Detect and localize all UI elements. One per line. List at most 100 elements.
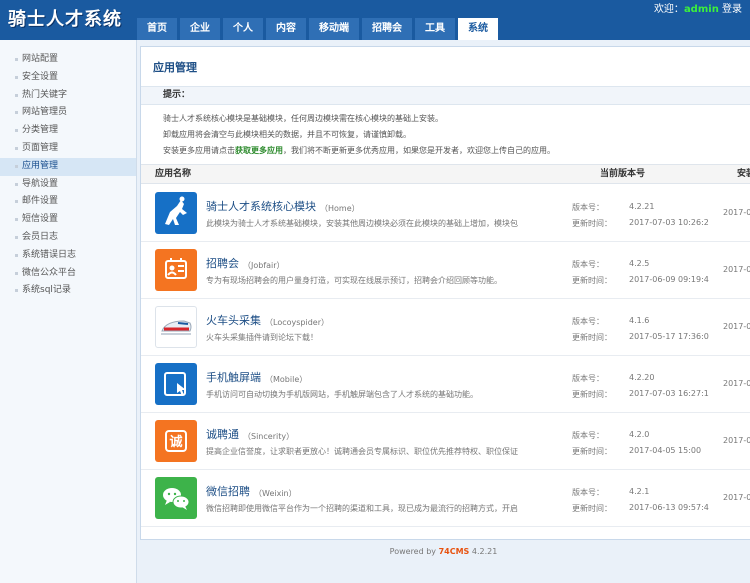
nav-tab-content[interactable]: 内容 <box>266 18 306 40</box>
app-name-text: 诚聘通 <box>206 428 239 441</box>
nav-tab-tools[interactable]: 工具 <box>415 18 455 40</box>
app-name[interactable]: 微信招聘 （Weixin） <box>206 483 297 499</box>
sidebar-item-member-log[interactable]: 会员日志 <box>0 229 136 247</box>
update-value: 2017-05-17 17:36:0 <box>629 332 709 341</box>
app-description: 火车头采集插件请到论坛下载！ <box>206 333 318 342</box>
update-label: 更新时间： <box>572 390 612 399</box>
sidebar-item-site-config[interactable]: 网站配置 <box>0 51 136 69</box>
update-label: 更新时间： <box>572 447 612 456</box>
tip-line-3-pre: 安装更多应用请点击 <box>163 146 235 155</box>
tip-line-1: 骑士人才系统核心模块是基础模块，任何周边模块需在核心模块的基础上安装。 <box>163 114 443 123</box>
version-label: 版本号： <box>572 374 604 383</box>
nav-tab-mobile[interactable]: 移动端 <box>309 18 359 40</box>
install-value: 2017-0 <box>723 322 750 331</box>
app-code: （Sincerity） <box>243 432 295 441</box>
sidebar-item-hot-keywords[interactable]: 热门关键字 <box>0 87 136 105</box>
install-value: 2017-0 <box>723 379 750 388</box>
main-nav: 首页 企业 个人 内容 移动端 招聘会 工具 系统 <box>137 18 501 40</box>
app-name[interactable]: 骑士人才系统核心模块 （Home） <box>206 198 360 214</box>
update-value: 2017-06-13 09:57:4 <box>629 503 709 512</box>
app-code: （Home） <box>320 204 360 213</box>
tip-line-3: 安装更多应用请点击获取更多应用，我们将不断更新更多优秀应用，如果您是开发者，欢迎… <box>163 145 555 156</box>
sidebar-item-navigation[interactable]: 导航设置 <box>0 176 136 194</box>
sidebar-item-wechat[interactable]: 微信公众平台 <box>0 265 136 283</box>
tip-line-3-post: ，我们将不断更新更多优秀应用，如果您是开发者，欢迎您上传自己的应用。 <box>283 146 555 155</box>
knight-icon <box>155 192 197 234</box>
update-value: 2017-06-09 09:19:4 <box>629 275 709 284</box>
sidebar-item-apps[interactable]: 应用管理 <box>0 157 136 176</box>
table-row: 手机触屏端 （Mobile） 手机访问可自动切换为手机版网站，手机触屏端包含了人才… <box>141 356 750 413</box>
tip-line-2: 卸载应用将会清空与此模块相关的数据，并且不可恢复，请谨慎卸载。 <box>163 130 411 139</box>
app-code: （Weixin） <box>254 489 297 498</box>
user-bar: 欢迎：admin 登录 <box>654 0 742 15</box>
app-name[interactable]: 招聘会 （Jobfair） <box>206 255 285 271</box>
app-code: （Locoyspider） <box>265 318 329 327</box>
update-label: 更新时间： <box>572 333 612 342</box>
footer-prefix: Powered by <box>389 547 437 556</box>
app-code: （Mobile） <box>265 375 308 384</box>
update-label: 更新时间： <box>572 276 612 285</box>
get-more-apps-link[interactable]: 获取更多应用 <box>235 146 283 155</box>
sidebar-item-sql-log[interactable]: 系统sql记录 <box>0 282 136 300</box>
app-description: 提高企业信誉度，让求职者更放心！诚聘通会员专属标识、职位优先推荐特权、职位保证 <box>206 447 518 456</box>
install-value: 2017-0 <box>723 208 750 217</box>
sidebar-item-error-log[interactable]: 系统错误日志 <box>0 247 136 265</box>
wechat-icon <box>155 477 197 519</box>
nav-tab-jobfair[interactable]: 招聘会 <box>362 18 412 40</box>
app-name[interactable]: 手机触屏端 （Mobile） <box>206 369 307 385</box>
app-name-text: 招聘会 <box>206 257 239 270</box>
install-value: 2017-0 <box>723 493 750 502</box>
nav-tab-company[interactable]: 企业 <box>180 18 220 40</box>
sidebar-item-admins[interactable]: 网站管理员 <box>0 104 136 122</box>
app-name-text: 火车头采集 <box>206 314 261 327</box>
app-name[interactable]: 诚聘通 （Sincerity） <box>206 426 294 442</box>
version-label: 版本号： <box>572 260 604 269</box>
app-name[interactable]: 火车头采集 （Locoyspider） <box>206 312 329 328</box>
page-title: 应用管理 <box>153 61 197 74</box>
nav-tab-personal[interactable]: 个人 <box>223 18 263 40</box>
table-row: 骑士人才系统核心模块 （Home） 此模块为骑士人才系统基础模块，安装其他周边模块… <box>141 185 750 242</box>
version-value: 4.1.6 <box>629 316 650 325</box>
table-header: 应用名称 当前版本号 安装时间 <box>141 164 750 184</box>
sidebar-item-sms[interactable]: 短信设置 <box>0 211 136 229</box>
update-value: 2017-04-05 15:00 <box>629 446 702 455</box>
app-description: 此模块为骑士人才系统基础模块，安装其他周边模块必须在此模块的基础上增加，模块包 <box>206 219 518 228</box>
app-description: 微信招聘即使用微信平台作为一个招聘的渠道和工具，现已成为最流行的招聘方式，开启 <box>206 504 518 513</box>
version-label: 版本号： <box>572 203 604 212</box>
sincerity-icon: 诚 <box>155 420 197 462</box>
username-link[interactable]: admin <box>684 4 719 15</box>
footer: Powered by 74CMS 4.2.21 <box>137 537 750 567</box>
main-area: 应用管理 提示： 骑士人才系统核心模块是基础模块，任何周边模块需在核心模块的基础… <box>137 40 750 583</box>
sidebar-item-mail[interactable]: 邮件设置 <box>0 193 136 211</box>
version-label: 版本号： <box>572 317 604 326</box>
version-value: 4.2.0 <box>629 430 650 439</box>
update-value: 2017-07-03 10:26:2 <box>629 218 709 227</box>
app-code: （Jobfair） <box>243 261 285 270</box>
install-value: 2017-0 <box>723 265 750 274</box>
sidebar-item-categories[interactable]: 分类管理 <box>0 122 136 140</box>
table-row: 招聘会 （Jobfair） 专为有现场招聘会的用户量身打造，可实现在线展示预订，招… <box>141 242 750 299</box>
version-value: 4.2.21 <box>629 202 655 211</box>
footer-version: 4.2.21 <box>471 547 498 556</box>
jobfair-icon <box>155 249 197 291</box>
table-row: 微信招聘 （Weixin） 微信招聘即使用微信平台作为一个招聘的渠道和工具，现已成… <box>141 470 750 527</box>
train-icon <box>155 306 197 348</box>
sidebar: 网站配置 安全设置 热门关键字 网站管理员 分类管理 页面管理 应用管理 导航设… <box>0 40 137 583</box>
welcome-text: 欢迎： <box>653 4 684 15</box>
nav-tab-home[interactable]: 首页 <box>137 18 177 40</box>
nav-tab-system[interactable]: 系统 <box>458 18 498 40</box>
app-name-text: 微信招聘 <box>206 485 250 498</box>
app-management-panel: 应用管理 提示： 骑士人才系统核心模块是基础模块，任何周边模块需在核心模块的基础… <box>140 46 750 540</box>
sidebar-item-pages[interactable]: 页面管理 <box>0 140 136 158</box>
app-description: 专为有现场招聘会的用户量身打造，可实现在线展示预订，招聘会介绍回顾等功能。 <box>206 276 502 285</box>
footer-brand-link[interactable]: 74CMS <box>439 547 470 556</box>
install-value: 2017-0 <box>723 436 750 445</box>
version-value: 4.2.5 <box>629 259 650 268</box>
login-link[interactable]: 登录 <box>722 4 742 15</box>
version-value: 4.2.1 <box>629 487 650 496</box>
col-app-name: 应用名称 <box>155 169 192 179</box>
col-install-time: 安装时间 <box>737 169 750 179</box>
sidebar-item-security[interactable]: 安全设置 <box>0 69 136 87</box>
update-label: 更新时间： <box>572 504 612 513</box>
version-label: 版本号： <box>572 488 604 497</box>
